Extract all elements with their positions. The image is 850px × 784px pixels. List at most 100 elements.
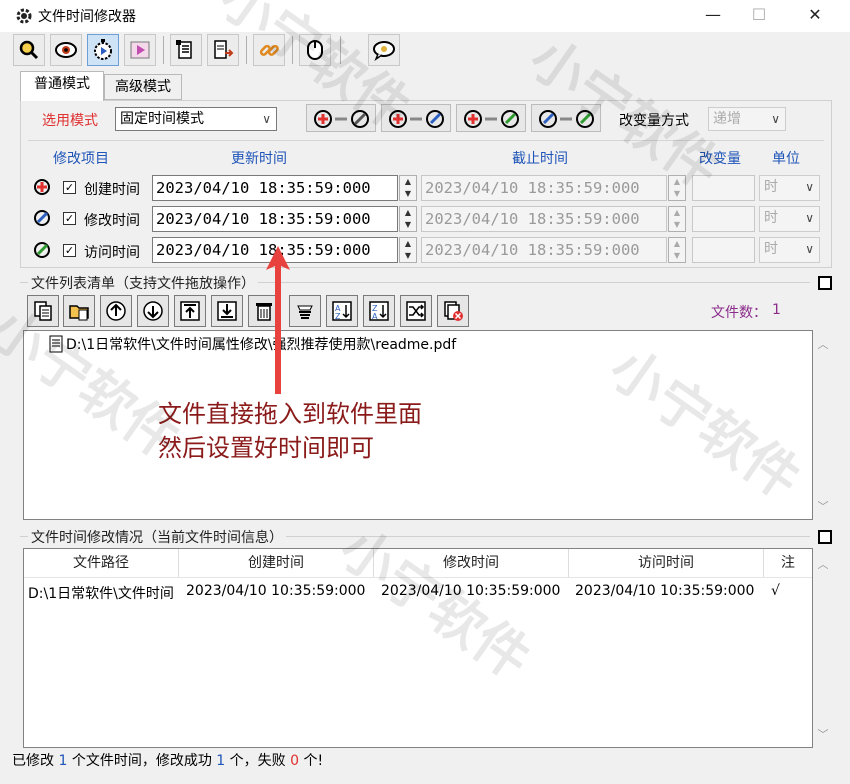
modify-time-icon (34, 210, 50, 226)
preview-button[interactable] (50, 34, 82, 66)
export-button[interactable] (207, 34, 239, 66)
info-maximize-icon[interactable] (818, 530, 832, 544)
mode-select-value: 固定时间模式 (120, 111, 204, 127)
col-create-header[interactable]: 创建时间 (179, 549, 374, 577)
timer-button[interactable] (87, 34, 119, 66)
mouse-icon (307, 40, 323, 60)
search-button[interactable] (13, 34, 45, 66)
file-list-scrollbar[interactable]: ︿ ﹀ (813, 330, 833, 520)
table-row[interactable]: D:\1日常软件\文件时间 2023/04/10 10:35:59:000 20… (24, 582, 812, 604)
link-icon (259, 44, 279, 56)
mode-modify-access-button[interactable] (531, 104, 601, 132)
create-unit-value: 时 (764, 179, 778, 195)
row-create-cell: 2023/04/10 10:35:59:000 (186, 583, 366, 599)
access-time-icon (34, 242, 50, 258)
modify-time-label: 修改时间 (84, 213, 140, 229)
play-icon (130, 41, 150, 59)
shuffle-button[interactable] (400, 295, 432, 327)
row-modify-cell: 2023/04/10 10:35:59:000 (381, 583, 561, 599)
toolbar-separator (163, 36, 164, 64)
mode-add-create-button[interactable] (306, 104, 376, 132)
access-end-time-spinner[interactable]: ▲ ▼ (668, 237, 686, 263)
change-method-value: 递增 (713, 111, 741, 127)
create-unit-select[interactable]: 时 ∨ (759, 175, 820, 201)
sort-az-icon: AZ (332, 301, 352, 321)
col-note-header[interactable]: 注 (764, 549, 812, 577)
access-time-label: 访问时间 (84, 245, 140, 261)
copy-files-button[interactable] (27, 295, 59, 327)
spin-down-icon: ▼ (404, 220, 412, 229)
access-time-checkbox[interactable]: ✓ (63, 244, 76, 257)
move-top-button[interactable] (174, 295, 206, 327)
access-unit-value: 时 (764, 241, 778, 257)
chat-icon (373, 41, 395, 61)
svg-text:Z: Z (335, 312, 341, 321)
info-table-scrollbar[interactable]: ︿ ﹀ (813, 548, 833, 748)
access-update-time-spinner[interactable]: ▲ ▼ (399, 237, 417, 263)
move-up-button[interactable] (100, 295, 132, 327)
spin-down-icon: ▼ (404, 189, 412, 198)
col-update-header: 更新时间 (231, 151, 287, 167)
modify-unit-select[interactable]: 时 ∨ (759, 206, 820, 232)
toolbar-separator (340, 36, 341, 64)
add-folder-button[interactable] (63, 295, 95, 327)
scroll-down-icon: ﹀ (817, 500, 829, 513)
info-table[interactable] (23, 548, 813, 748)
move-bottom-button[interactable] (211, 295, 243, 327)
col-modify-header[interactable]: 修改时间 (374, 549, 569, 577)
annotation-text: 文件直接拖入到软件里面 然后设置好时间即可 (158, 397, 422, 465)
move-down-button[interactable] (137, 295, 169, 327)
create-update-time-input[interactable]: 2023/04/10 18:35:59:000 (152, 175, 398, 201)
spin-up-icon: ▲ (673, 177, 681, 186)
change-method-select[interactable]: 递增 ∨ (708, 107, 786, 131)
mode-add-modify-button[interactable] (381, 104, 451, 132)
tab-normal-mode[interactable]: 普通模式 (20, 71, 104, 101)
tab-advanced-mode[interactable]: 高级模式 (104, 74, 182, 100)
minimize-button[interactable]: — (690, 0, 736, 32)
status-part-1: 已修改 (12, 753, 54, 769)
mode-select[interactable]: 固定时间模式 ∨ (115, 107, 277, 131)
access-unit-select[interactable]: 时 ∨ (759, 237, 820, 263)
create-update-time-spinner[interactable]: ▲ ▼ (399, 175, 417, 201)
modify-end-time-input[interactable]: 2023/04/10 18:35:59:000 (421, 206, 667, 232)
play-button[interactable] (124, 34, 156, 66)
sort-desc-button[interactable]: ZA (363, 295, 395, 327)
link-button[interactable] (253, 34, 285, 66)
mode-add-access-button[interactable] (456, 104, 526, 132)
mouse-button[interactable] (299, 34, 331, 66)
modify-delta-input[interactable] (692, 206, 755, 232)
scroll-up-icon: ︿ (817, 558, 829, 571)
scroll-up-icon: ︿ (817, 338, 829, 351)
app-gear-icon (16, 8, 32, 24)
create-delta-input[interactable] (692, 175, 755, 201)
title-bar: 文件时间修改器 — ☐ ✕ (0, 0, 850, 32)
copy-icon (34, 301, 52, 321)
eye-icon (55, 42, 77, 58)
create-end-time-spinner[interactable]: ▲ ▼ (668, 175, 686, 201)
list-item[interactable]: D:\1日常软件\文件时间属性修改\强烈推荐使用款\readme.pdf (48, 334, 568, 354)
create-end-time-input[interactable]: 2023/04/10 18:35:59:000 (421, 175, 667, 201)
filelist-maximize-icon[interactable] (818, 276, 832, 290)
spin-up-icon: ▲ (673, 208, 681, 217)
scroll-down-icon: ﹀ (817, 728, 829, 741)
maximize-button[interactable]: ☐ (736, 0, 782, 32)
spin-up-icon: ▲ (673, 239, 681, 248)
remove-missing-button[interactable] (437, 295, 469, 327)
modify-update-time-spinner[interactable]: ▲ ▼ (399, 206, 417, 232)
copy-list-button[interactable] (170, 34, 202, 66)
col-access-header[interactable]: 访问时间 (569, 549, 764, 577)
row-note-cell: √ (771, 583, 780, 599)
access-delta-input[interactable] (692, 237, 755, 263)
col-path-header[interactable]: 文件路径 (24, 549, 179, 577)
modify-time-checkbox[interactable]: ✓ (63, 212, 76, 225)
row-access-cell: 2023/04/10 10:35:59:000 (575, 583, 755, 599)
chevron-down-icon: ∨ (805, 180, 814, 194)
toolbar-separator (292, 36, 293, 64)
close-button[interactable]: ✕ (792, 0, 838, 32)
access-end-time-input[interactable]: 2023/04/10 18:35:59:000 (421, 237, 667, 263)
modify-end-time-spinner[interactable]: ▲ ▼ (668, 206, 686, 232)
sort-asc-button[interactable]: AZ (326, 295, 358, 327)
modify-update-time-input[interactable]: 2023/04/10 18:35:59:000 (152, 206, 398, 232)
chat-button[interactable] (368, 34, 400, 66)
create-time-checkbox[interactable]: ✓ (63, 181, 76, 194)
